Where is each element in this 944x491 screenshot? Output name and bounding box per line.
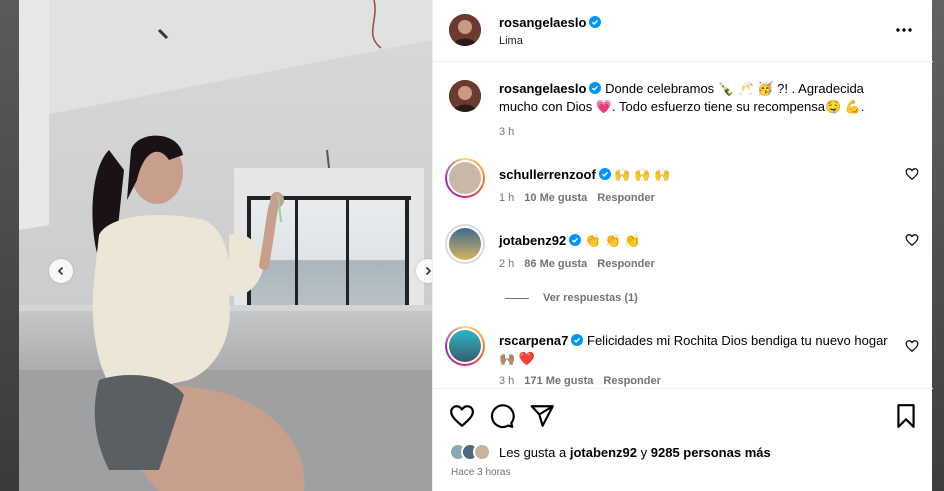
heart-icon[interactable] [449,403,475,429]
liker-avatar [473,443,491,461]
view-replies-button[interactable]: Ver respuestas (1) [505,292,638,304]
comment-username[interactable]: jotabenz92 [499,233,566,248]
reply-button[interactable]: Responder [597,258,654,270]
comment-text-block: jotabenz92 👏 👏 👏 [499,232,899,250]
comment-time[interactable]: 2 h [499,258,514,270]
comment-meta: 3 h 171 Me gusta Responder [499,375,661,387]
comment-time[interactable]: 1 h [499,192,514,204]
comment-time[interactable]: 3 h [499,375,514,387]
backdrop-right [932,0,944,491]
posted-time[interactable]: Hace 3 horas [451,467,510,478]
comment-text: 👏 👏 👏 [584,233,641,248]
like-comment-heart-icon[interactable] [905,339,919,353]
reply-button[interactable]: Responder [597,192,654,204]
likes-user-link[interactable]: jotabenz92 [570,445,637,460]
replies-divider [505,297,529,299]
comment-likes[interactable]: 10 Me gusta [524,192,587,204]
comment-username[interactable]: schullerrenzoof [499,167,596,182]
comment-likes[interactable]: 86 Me gusta [524,258,587,270]
bookmark-icon[interactable] [893,403,919,429]
post-details-panel: rosangelaeslo Lima rosangelaeslo Donde c… [432,0,933,491]
comment-text: 🙌 🙌 🙌 [614,167,671,182]
likes-prefix: Les gusta a [499,444,570,460]
comment-likes[interactable]: 171 Me gusta [524,375,593,387]
author-line: rosangelaeslo [499,14,602,32]
post-actions: Les gusta a jotabenz92 y 9285 personas m… [433,388,933,491]
verified-badge-icon [571,334,584,346]
like-comment-heart-icon[interactable] [905,167,919,181]
verified-badge-icon [589,16,602,28]
share-icon[interactable] [529,403,555,429]
commenter-avatar[interactable] [445,224,485,264]
comment-meta: 2 h 86 Me gusta Responder [499,258,655,270]
chevron-right-icon [425,266,432,276]
commenter-avatar[interactable] [445,158,485,198]
previous-photo-button[interactable] [49,259,73,283]
comment-icon[interactable] [489,403,515,429]
comment-username[interactable]: rscarpena7 [499,333,568,348]
likes-others-link[interactable]: 9285 personas más [651,445,771,460]
caption-meta: 3 h [499,126,514,138]
reply-button[interactable]: Responder [603,375,660,387]
view-replies-label: Ver respuestas (1) [543,292,638,304]
commenter-avatar[interactable] [445,326,485,366]
comment-meta: 1 h 10 Me gusta Responder [499,192,655,204]
comment-text-block: rscarpena7 Felicidades mi Rochita Dios b… [499,332,899,368]
post-photo [19,0,432,491]
caption-time[interactable]: 3 h [499,126,514,138]
chevron-left-icon [57,266,64,276]
caption-author-avatar[interactable] [449,80,481,112]
likes-middle: y [637,444,651,460]
caption-text-block: rosangelaeslo Donde celebramos 🍾 🥂 🥳 ?! … [499,80,899,116]
likes-text: Les gusta a jotabenz92 y 9285 personas m… [499,445,771,460]
verified-badge-icon [569,234,582,246]
likes-summary: Les gusta a jotabenz92 y 9285 personas m… [449,443,771,461]
verified-badge-icon [589,82,602,94]
backdrop-left [0,0,19,491]
more-options-icon[interactable] [894,22,914,38]
caption-username[interactable]: rosangelaeslo [499,81,586,96]
comments-section: rosangelaeslo Donde celebramos 🍾 🥂 🥳 ?! … [433,62,933,388]
post-header: rosangelaeslo Lima [433,0,933,62]
verified-badge-icon [598,168,611,180]
author-avatar[interactable] [449,14,481,46]
comment-text-block: schullerrenzoof 🙌 🙌 🙌 [499,166,899,184]
author-username[interactable]: rosangelaeslo [499,15,586,30]
post-location[interactable]: Lima [499,35,523,47]
like-comment-heart-icon[interactable] [905,233,919,247]
